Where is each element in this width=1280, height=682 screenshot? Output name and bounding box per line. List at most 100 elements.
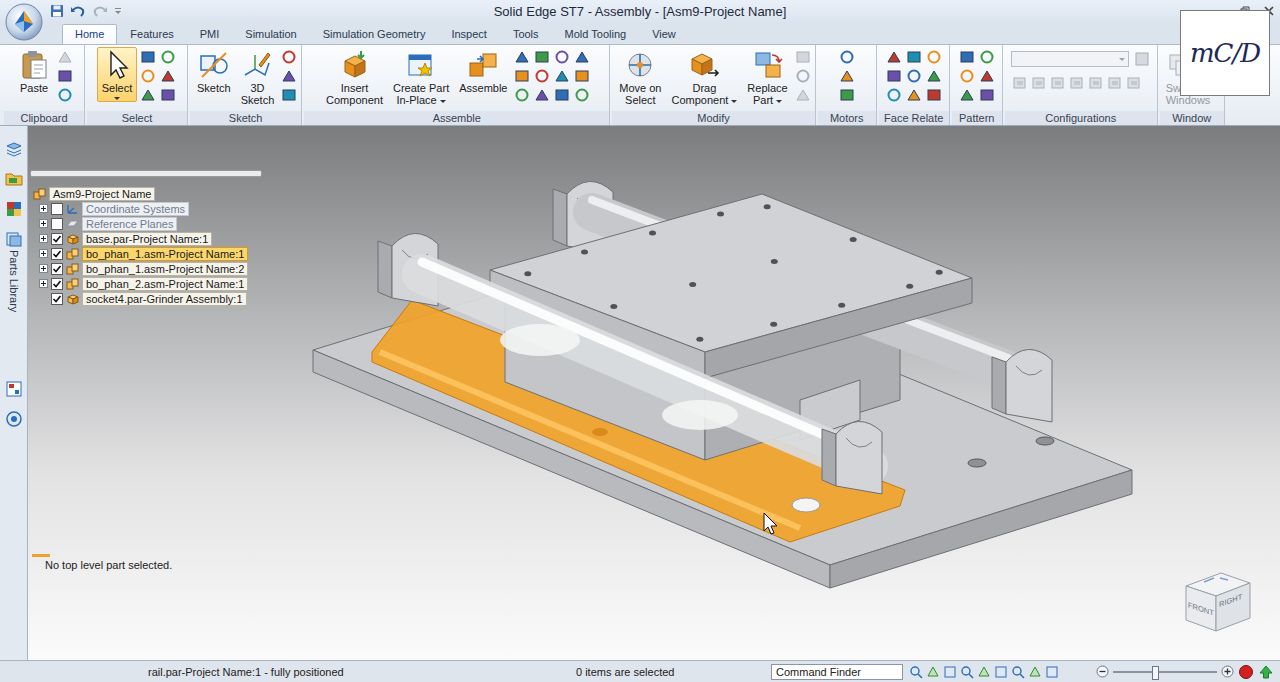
ribbon-tab[interactable]: Simulation Geometry — [310, 24, 439, 44]
small-tool-button[interactable] — [533, 68, 551, 84]
small-tool-button[interactable] — [978, 87, 996, 103]
small-tool-button[interactable] — [553, 87, 571, 103]
configuration-tool-button[interactable] — [1106, 75, 1124, 91]
small-tool-button[interactable] — [533, 49, 551, 65]
tree-item[interactable]: base.par-Project Name:1 — [30, 231, 262, 246]
small-tool-button[interactable] — [905, 68, 923, 84]
layers-tab[interactable] — [5, 380, 23, 398]
tree-item[interactable]: socket4.par-Grinder Assembly:1 — [30, 291, 262, 306]
configuration-tool-button[interactable] — [1068, 75, 1086, 91]
small-tool-button[interactable] — [905, 87, 923, 103]
visibility-checkbox[interactable] — [51, 203, 63, 215]
ribbon-tab[interactable]: View — [639, 24, 689, 44]
tree-item[interactable]: bo_phan_1.asm-Project Name:1 — [30, 246, 262, 261]
pathfinder-tab[interactable] — [5, 140, 23, 158]
view-tool-button[interactable] — [909, 665, 923, 679]
small-tool-button[interactable] — [885, 49, 903, 65]
ribbon-button[interactable]: Move onSelect — [615, 47, 665, 108]
small-tool-button[interactable] — [838, 68, 856, 84]
configuration-tool-button[interactable] — [1030, 75, 1048, 91]
zoom-in-icon[interactable] — [1221, 665, 1234, 678]
tree-item[interactable]: bo_phan_2.asm-Project Name:1 — [30, 276, 262, 291]
small-tool-button[interactable] — [794, 68, 812, 84]
small-tool-button[interactable] — [958, 49, 976, 65]
small-tool-button[interactable] — [838, 87, 856, 103]
view-tool-button[interactable] — [1028, 665, 1042, 679]
configuration-tool-button[interactable] — [1049, 75, 1067, 91]
zoom-slider[interactable] — [1113, 671, 1217, 673]
view-tool-button[interactable] — [943, 665, 957, 679]
record-icon[interactable] — [1238, 664, 1254, 680]
small-tool-button[interactable] — [958, 68, 976, 84]
ribbon-tab[interactable]: Mold Tooling — [552, 24, 640, 44]
expand-button[interactable] — [39, 279, 48, 288]
tree-item[interactable]: bo_phan_1.asm-Project Name:2 — [30, 261, 262, 276]
pane-drag-handle[interactable] — [30, 170, 262, 177]
ribbon-tab[interactable]: Simulation — [232, 24, 309, 44]
view-tool-button[interactable] — [977, 665, 991, 679]
folder-tab[interactable] — [5, 170, 23, 188]
colors-tab[interactable] — [5, 200, 23, 218]
small-tool-button[interactable] — [885, 87, 903, 103]
view-tool-button[interactable] — [960, 665, 974, 679]
parts-library-tab[interactable] — [5, 230, 23, 248]
ribbon-tab[interactable]: Home — [62, 24, 117, 44]
ribbon-button[interactable]: Sketch — [193, 47, 235, 96]
assembly-model[interactable] — [28, 126, 1280, 660]
visibility-checkbox[interactable] — [51, 278, 63, 290]
expand-button[interactable] — [39, 249, 48, 258]
view-tool-button[interactable] — [1011, 665, 1025, 679]
configuration-tool-button[interactable] — [1125, 75, 1143, 91]
small-tool-button[interactable] — [978, 68, 996, 84]
small-tool-button[interactable] — [159, 68, 177, 84]
guide-rod[interactable] — [422, 262, 868, 466]
parts-library-label[interactable]: Parts Library — [8, 250, 20, 312]
ribbon-button[interactable]: Create PartIn-Place — [389, 47, 453, 108]
small-tool-button[interactable] — [794, 87, 812, 103]
tree-item[interactable]: Coordinate Systems — [30, 201, 262, 216]
small-tool-button[interactable] — [794, 49, 812, 65]
small-tool-button[interactable] — [885, 68, 903, 84]
small-tool-button[interactable] — [925, 87, 943, 103]
view-tool-button[interactable] — [1045, 665, 1059, 679]
small-tool-button[interactable] — [925, 49, 943, 65]
small-tool-button[interactable] — [139, 87, 157, 103]
graphics-viewport[interactable]: Asm9-Project NameCoordinate SystemsRefer… — [28, 126, 1280, 660]
support-block[interactable] — [822, 421, 882, 494]
visibility-checkbox[interactable] — [51, 218, 63, 230]
ribbon-button[interactable]: 3DSketch — [237, 47, 279, 108]
small-tool-button[interactable] — [513, 68, 531, 84]
small-tool-button[interactable] — [533, 87, 551, 103]
small-tool-button[interactable] — [56, 49, 74, 65]
ribbon-tab[interactable]: Inspect — [438, 24, 499, 44]
undo-button[interactable] — [70, 4, 86, 18]
small-tool-button[interactable] — [925, 68, 943, 84]
customize-toolbar-button[interactable] — [114, 6, 122, 16]
small-tool-button[interactable] — [838, 49, 856, 65]
small-tool-button[interactable] — [56, 87, 74, 103]
tree-root[interactable]: Asm9-Project Name — [30, 186, 262, 201]
ribbon-button[interactable]: Assemble — [455, 47, 511, 96]
configuration-tool-button[interactable] — [1087, 75, 1105, 91]
visibility-checkbox[interactable] — [51, 233, 63, 245]
expand-button[interactable] — [39, 204, 48, 213]
small-tool-button[interactable] — [573, 68, 591, 84]
view-cube[interactable]: FRONTRIGHT — [1184, 566, 1254, 636]
expand-button[interactable] — [39, 234, 48, 243]
ribbon-button[interactable]: Select — [97, 47, 137, 102]
ribbon-button[interactable]: DragComponent — [667, 47, 741, 108]
up-arrow-icon[interactable] — [1258, 664, 1274, 680]
command-finder[interactable]: Command Finder — [771, 664, 903, 680]
small-tool-button[interactable] — [139, 49, 157, 65]
ribbon-button[interactable]: ReplacePart — [743, 47, 791, 108]
small-tool-button[interactable] — [573, 87, 591, 103]
visibility-checkbox[interactable] — [51, 248, 63, 260]
small-tool-button[interactable] — [280, 87, 298, 103]
application-button[interactable] — [4, 2, 44, 42]
ribbon-tab[interactable]: Tools — [500, 24, 552, 44]
small-tool-button[interactable] — [280, 49, 298, 65]
zoom-slider-thumb[interactable] — [1152, 666, 1159, 680]
small-tool-button[interactable] — [159, 49, 177, 65]
small-tool-button[interactable] — [958, 87, 976, 103]
save-configuration-button[interactable] — [1133, 51, 1151, 67]
